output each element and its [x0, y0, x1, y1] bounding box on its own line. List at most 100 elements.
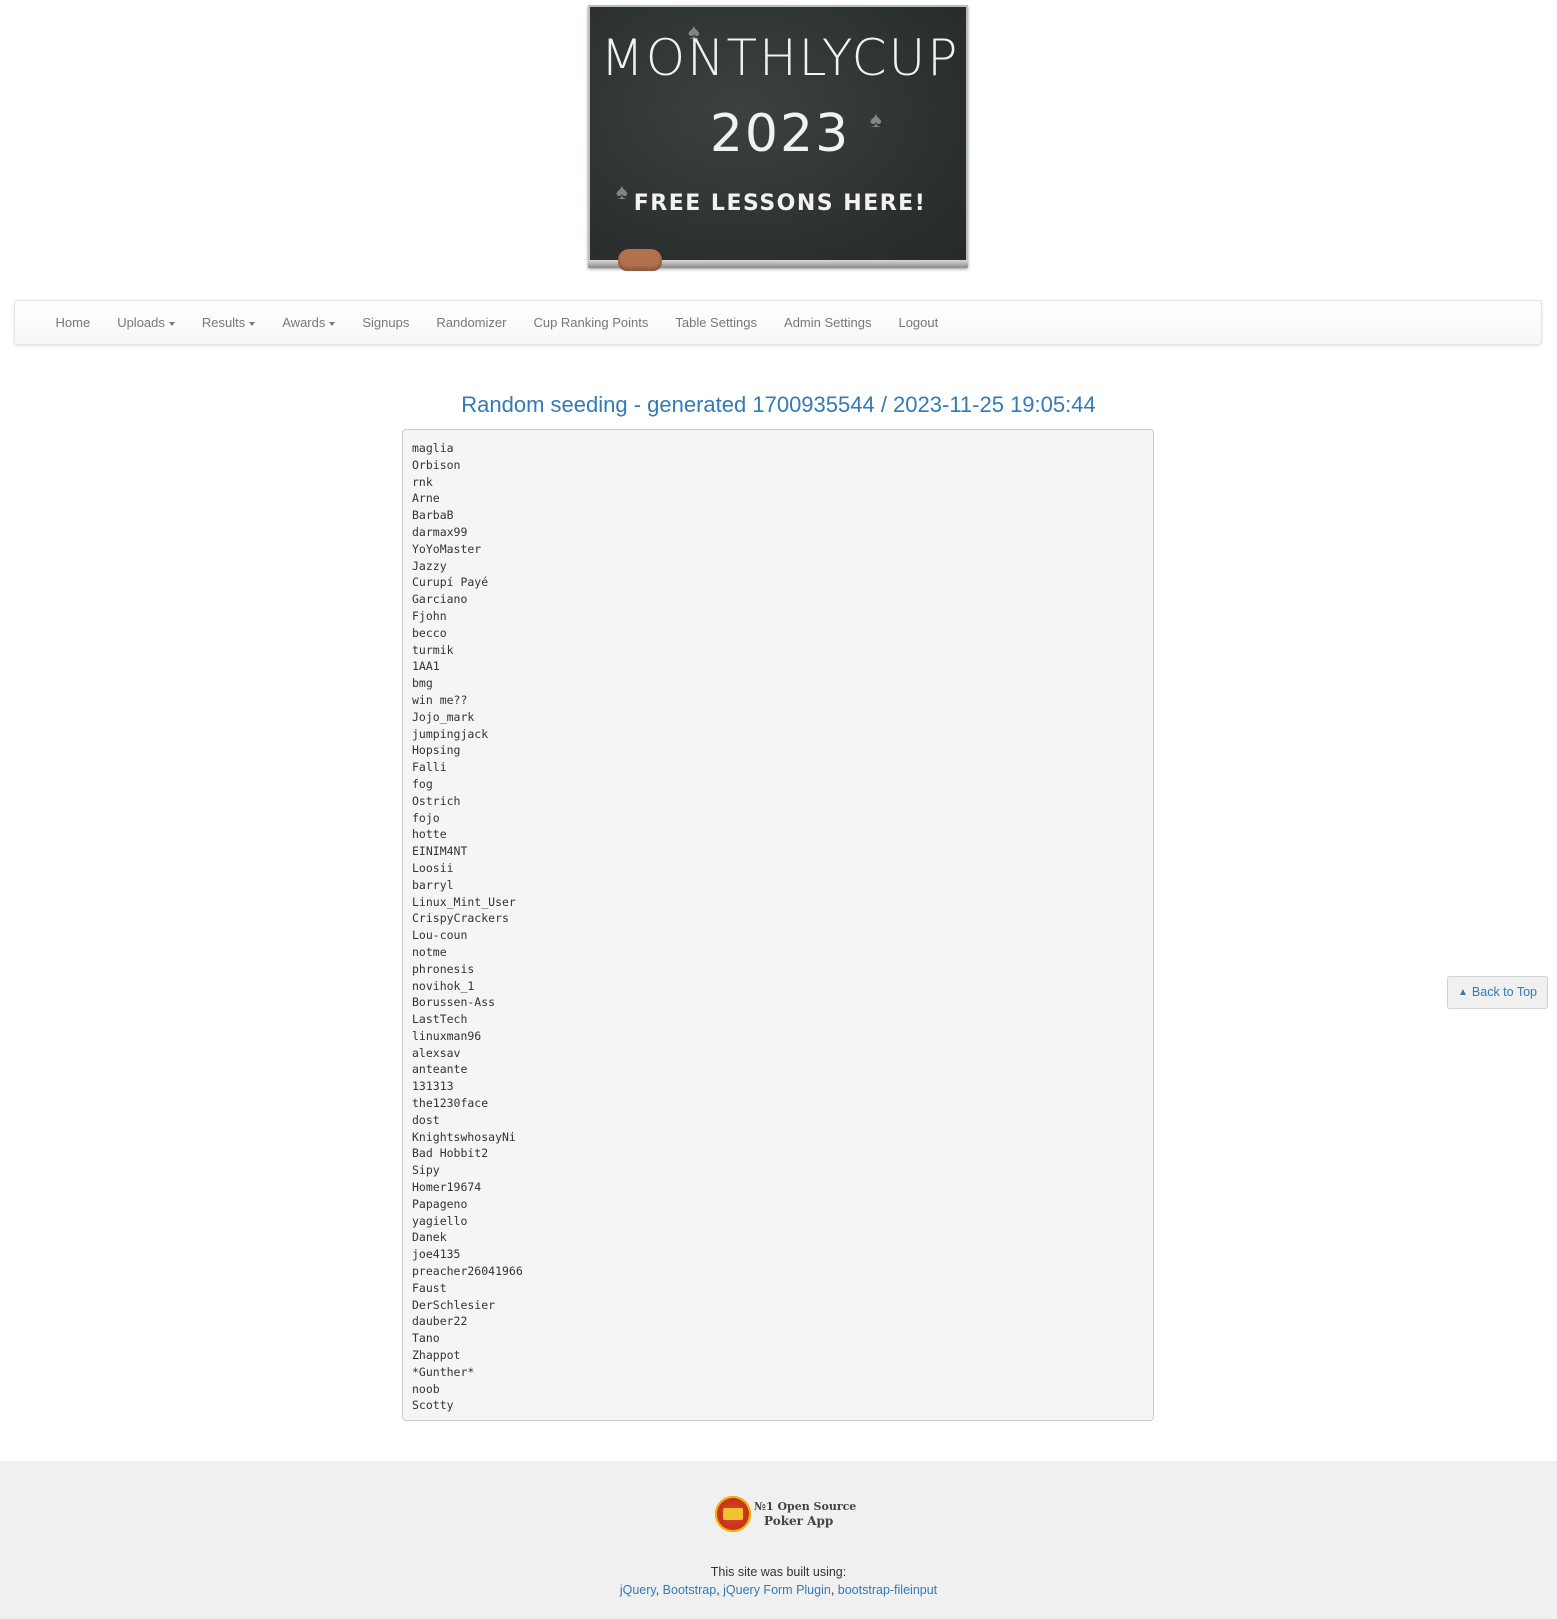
list-item: Borussen-Ass — [412, 995, 496, 1010]
header-banner: ♠ ♠ ♠ MONTHLYCUP 2023 FREE LESSONS HERE! — [588, 5, 968, 273]
seeding-list: maglia Orbison rnk Arne BarbaB darmax99 YoYoMa… — [402, 429, 1154, 1421]
credit-separator: , — [655, 1583, 663, 1597]
list-item: win me?? — [412, 692, 468, 707]
nav-item-signups[interactable]: Signups — [349, 301, 423, 344]
nav-item-randomizer[interactable]: Randomizer — [423, 301, 520, 344]
list-item: rnk — [412, 474, 433, 489]
list-item: YoYoMaster — [412, 541, 482, 556]
list-item: Hopsing — [412, 743, 461, 758]
back-to-top-button[interactable]: ▲ Back to Top — [1447, 976, 1548, 1009]
list-item: maglia — [412, 441, 454, 455]
eraser-sponge — [618, 249, 662, 271]
nav-item-label: Awards — [282, 315, 326, 330]
nav-item-logout[interactable]: Logout — [885, 301, 952, 344]
list-item: Garciano — [412, 592, 468, 607]
logo-text-line1: №1 Open Source — [754, 1500, 857, 1513]
nav-item-home[interactable]: Home — [42, 301, 104, 344]
list-item: Fjohn — [412, 608, 447, 623]
nav-item-awards[interactable]: Awards — [269, 301, 349, 344]
credit-separator: , — [830, 1583, 838, 1597]
list-item: EINIM4NT — [412, 844, 468, 859]
list-item: hotte — [412, 827, 447, 842]
credit-link[interactable]: jQuery — [620, 1583, 656, 1597]
list-item: fog — [412, 776, 433, 791]
list-item: fojo — [412, 810, 440, 825]
list-item: preacher26041966 — [412, 1264, 523, 1279]
nav-item-cup-ranking-points[interactable]: Cup Ranking Points — [520, 301, 662, 344]
nav-item-label: Uploads — [117, 315, 165, 330]
list-item: Danek — [412, 1230, 447, 1245]
list-item: joe4135 — [412, 1247, 461, 1262]
list-item: dost — [412, 1112, 440, 1127]
caret-down-icon — [249, 321, 256, 326]
list-item: BarbaB — [412, 508, 454, 523]
nav-item-label: Cup Ranking Points — [533, 315, 649, 330]
page-title: Random seeding - generated 1700935544 / … — [461, 392, 1096, 417]
nav-menu: Home Uploads Results Awards Signups Randomize… — [42, 301, 952, 344]
list-item: the1230face — [412, 1096, 489, 1111]
list-item: turmik — [412, 642, 454, 657]
nav-item-label: Logout — [898, 315, 939, 330]
nav-item-label: Home — [55, 315, 91, 330]
list-item: *Gunther* — [412, 1364, 475, 1379]
credit-link[interactable]: jQuery Form Plugin — [723, 1583, 831, 1597]
list-item: Orbison — [412, 457, 461, 472]
banner-year: 2023 — [709, 104, 851, 164]
list-item: anteante — [412, 1062, 468, 1077]
list-item: Arne — [412, 491, 440, 506]
list-item: noob — [412, 1381, 440, 1396]
list-item: Papageno — [412, 1196, 468, 1211]
list-item: barryl — [412, 877, 454, 892]
list-item: linuxman96 — [412, 1028, 482, 1043]
banner-title: MONTHLYCUP — [600, 29, 960, 87]
list-item: Sipy — [412, 1163, 440, 1178]
caret-down-icon — [168, 321, 175, 326]
list-item: Faust — [412, 1280, 447, 1295]
list-item: Bad Hobbit2 — [412, 1146, 489, 1161]
list-item: KnightswhosayNi — [412, 1129, 516, 1144]
list-item: Falli — [412, 760, 447, 775]
built-using-text: This site was built using: — [710, 1565, 847, 1579]
banner-subtitle: FREE LESSONS HERE! — [633, 191, 927, 216]
nav-item-label: Signups — [362, 315, 410, 330]
chevron-up-icon: ▲ — [1458, 987, 1468, 998]
list-item: novihok_1 — [412, 978, 475, 993]
list-item: Linux_Mint_User — [412, 894, 516, 909]
nav-item-admin-settings[interactable]: Admin Settings — [771, 301, 885, 344]
list-item: becco — [412, 625, 447, 640]
list-item: DerSchlesier — [412, 1297, 496, 1312]
list-item: 1AA1 — [412, 659, 440, 674]
list-item: dauber22 — [412, 1314, 468, 1329]
credits-links: jQuery, Bootstrap, jQuery Form Plugin, b… — [0, 1583, 1557, 1597]
list-item: notme — [412, 944, 447, 959]
list-item: Lou-coun — [412, 928, 468, 943]
credit-link[interactable]: bootstrap-fileinput — [838, 1583, 937, 1597]
list-item: LastTech — [412, 1012, 468, 1027]
nav-item-label: Results — [201, 315, 246, 330]
caret-down-icon — [329, 321, 336, 326]
nav-item-results[interactable]: Results — [188, 301, 268, 344]
list-item: alexsav — [412, 1045, 461, 1060]
list-item: Jazzy — [412, 558, 447, 573]
nav-item-label: Randomizer — [436, 315, 507, 330]
back-to-top-label: Back to Top — [1471, 985, 1537, 999]
list-item: bmg — [412, 676, 433, 691]
list-item: Zhappot — [412, 1348, 461, 1363]
credit-link[interactable]: Bootstrap — [663, 1583, 717, 1597]
list-item: Ostrich — [412, 793, 461, 808]
list-item: Jojo_mark — [412, 709, 475, 724]
nav-item-table-settings[interactable]: Table Settings — [662, 301, 771, 344]
poker-chip-icon — [715, 1496, 751, 1532]
nav-item-label: Admin Settings — [784, 315, 872, 330]
list-item: CrispyCrackers — [412, 911, 509, 926]
poker-app-logo[interactable]: №1 Open Source Poker App — [714, 1496, 856, 1534]
list-item: phronesis — [412, 961, 475, 976]
list-item: Curupí Payé — [412, 575, 489, 590]
chalkboard-image: ♠ ♠ ♠ MONTHLYCUP 2023 FREE LESSONS HERE! — [588, 5, 968, 267]
list-item: Scotty — [412, 1398, 454, 1413]
list-item: jumpingjack — [412, 726, 489, 741]
nav-item-uploads[interactable]: Uploads — [104, 301, 189, 344]
list-item: 131313 — [412, 1079, 454, 1094]
list-item: yagiello — [412, 1213, 468, 1228]
logo-text-line2: Poker App — [764, 1514, 834, 1528]
